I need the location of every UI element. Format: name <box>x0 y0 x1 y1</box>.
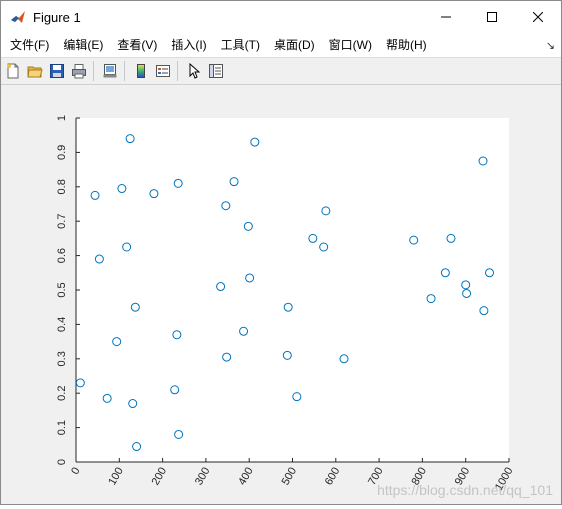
toolbar-separator <box>124 61 125 81</box>
link-plot-button[interactable] <box>100 61 120 81</box>
new-figure-button[interactable] <box>3 61 23 81</box>
y-tick-label: 0.3 <box>56 351 68 366</box>
x-tick-label: 300 <box>193 466 213 488</box>
y-tick-label: 1 <box>56 115 68 121</box>
minimize-icon <box>441 16 451 18</box>
title-bar[interactable]: Figure 1 <box>1 1 561 33</box>
maximize-icon <box>487 12 497 22</box>
matlab-logo-icon <box>11 11 25 23</box>
maximize-button[interactable] <box>469 1 515 33</box>
window-title: Figure 1 <box>33 9 81 25</box>
insert-colorbar-button[interactable] <box>131 61 151 81</box>
print-icon <box>72 64 86 79</box>
menu-tools[interactable]: 工具(T) <box>214 34 267 56</box>
toolbar-separator <box>177 61 178 81</box>
y-tick-label: 0.5 <box>56 282 68 297</box>
scatter-plot[interactable]: 0 100 200 300 400 500 600 700 800 900 100000.10.20… <box>1 85 561 504</box>
minimize-button[interactable] <box>423 1 469 33</box>
edit-plot-icon <box>189 63 201 79</box>
x-tick-label: 200 <box>150 466 170 488</box>
print-button[interactable] <box>69 61 89 81</box>
x-tick-label: 400 <box>236 466 256 488</box>
insert-legend-icon <box>156 65 170 77</box>
x-tick-label: 100 <box>106 466 126 488</box>
edit-plot-button[interactable] <box>184 61 204 81</box>
y-tick-label: 0.9 <box>56 145 68 160</box>
y-tick-label: 0.6 <box>56 248 68 263</box>
insert-legend-button[interactable] <box>153 61 173 81</box>
property-inspector-icon <box>209 64 223 78</box>
x-tick-label: 500 <box>280 466 300 488</box>
menu-desktop[interactable]: 桌面(D) <box>267 34 322 56</box>
figure-canvas[interactable]: 0 100 200 300 400 500 600 700 800 900 1000 0 0.1 0.2 0… <box>1 85 561 504</box>
figure-window: Figure 1 文件(F) 编辑(E) 查看(V) 插入(I) 工具(T) 桌… <box>0 0 562 505</box>
y-tick-label: 0.8 <box>56 179 68 194</box>
y-tick-label: 0.1 <box>56 420 68 435</box>
property-inspector-button[interactable] <box>206 61 226 81</box>
link-plot-icon <box>103 64 117 78</box>
y-tick-label: 0 <box>56 459 68 465</box>
watermark: https://blog.csdn.net/qq_101 <box>377 482 553 498</box>
menu-window[interactable]: 窗口(W) <box>322 34 379 56</box>
close-button[interactable] <box>515 1 561 33</box>
toolbar-separator <box>93 61 94 81</box>
menu-help[interactable]: 帮助(H) <box>379 34 434 56</box>
menu-file[interactable]: 文件(F) <box>3 34 56 56</box>
menu-insert[interactable]: 插入(I) <box>164 34 213 56</box>
y-tick-label: 0.4 <box>56 317 68 332</box>
save-icon <box>50 64 64 78</box>
y-tick-label: 0.7 <box>56 214 68 229</box>
menu-view[interactable]: 查看(V) <box>110 34 164 56</box>
dock-arrow-icon[interactable]: ↘ <box>546 39 555 52</box>
menu-edit[interactable]: 编辑(E) <box>56 34 110 56</box>
y-tick-label: 0.2 <box>56 386 68 401</box>
new-figure-icon <box>7 63 19 79</box>
menu-bar: 文件(F) 编辑(E) 查看(V) 插入(I) 工具(T) 桌面(D) 窗口(W… <box>1 33 561 58</box>
close-icon <box>533 12 543 22</box>
x-tick-label: 600 <box>323 466 343 488</box>
axes-background <box>76 118 509 462</box>
open-file-button[interactable] <box>25 61 45 81</box>
figure-toolbar <box>1 58 561 85</box>
x-tick-label: 0 <box>69 466 82 477</box>
open-file-icon <box>27 66 43 78</box>
save-button[interactable] <box>47 61 67 81</box>
insert-colorbar-icon <box>137 64 145 78</box>
